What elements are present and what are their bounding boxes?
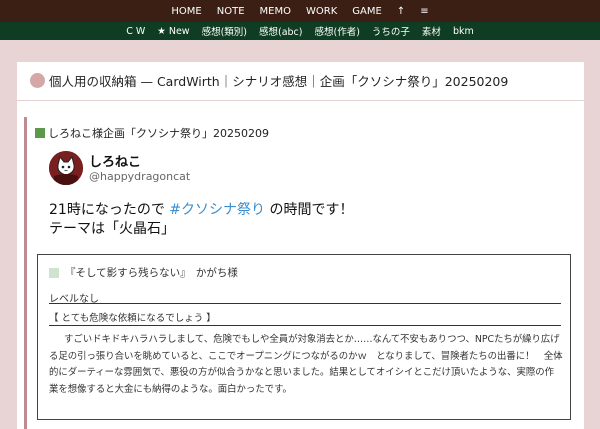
square-bullet-icon (35, 128, 45, 138)
article-subheading-text: しろねこ様企画「クソシナ祭り」20250209 (48, 127, 269, 140)
square-bullet-icon (49, 267, 59, 278)
tweet-line1-before: 21時になったので (49, 202, 170, 218)
page-title: 個人用の収納箱 — CardWirth｜シナリオ感想｜企画「クソシナ祭り」202… (30, 71, 508, 90)
nav-game-link[interactable]: GAME (352, 6, 382, 17)
review-box: 『そして影すら残らない』 かがち様 レベルなし 【 とても危険な依頼になるでしょ… (37, 254, 571, 420)
review-divider-top (49, 303, 561, 304)
tweet-author-handle[interactable]: @happydragoncat (89, 170, 190, 183)
review-body: すごいドキドキハラハラしまして、危険でもしや全員が対象消去とか……なんて不安もあ… (49, 334, 563, 395)
review-quote: 【 とても危険な依頼になるでしょう 】 (49, 313, 216, 324)
avatar[interactable] (49, 151, 83, 185)
title-bullet-icon (30, 73, 45, 88)
hashtag-link[interactable]: #クソシナ祭り (169, 202, 265, 218)
tweet-line-2: テーマは「火晶石」 (49, 221, 175, 237)
subnav-materials-link[interactable]: 素材 (422, 24, 441, 38)
tweet-line1-after: の時間です！ (265, 202, 354, 218)
review-divider-bottom (49, 325, 561, 326)
subnav-author-link[interactable]: 感想(作者) (314, 24, 359, 38)
tweet-author-name[interactable]: しろねこ (89, 151, 141, 170)
content-panel: 個人用の収納箱 — CardWirth｜シナリオ感想｜企画「クソシナ祭り」202… (17, 62, 584, 429)
nav-memo-link[interactable]: MEMO (260, 6, 291, 17)
article-subheading: しろねこ様企画「クソシナ祭り」20250209 (35, 125, 269, 141)
article: しろねこ様企画「クソシナ祭り」20250209 しろねこ @happydrago… (24, 117, 584, 429)
scroll-top-icon[interactable]: ↑ (397, 6, 405, 17)
tweet-line-1: 21時になったので #クソシナ祭り の時間です！ (49, 201, 353, 220)
subnav-abc-link[interactable]: 感想(abc) (259, 24, 303, 38)
review-title-text: 『そして影すら残らない』 かがち様 (65, 267, 238, 279)
subnav-characters-link[interactable]: うちの子 (372, 24, 410, 38)
subnav-cw-link[interactable]: C W (126, 26, 145, 37)
nav-work-link[interactable]: WORK (306, 6, 337, 17)
sub-nav: C W ★ New 感想(類別) 感想(abc) 感想(作者) うちの子 素材 … (0, 22, 600, 40)
title-divider (17, 100, 584, 101)
menu-icon[interactable]: ≡ (420, 6, 428, 17)
review-title: 『そして影すら残らない』 かがち様 (49, 265, 238, 280)
page-title-text: 個人用の収納箱 — CardWirth｜シナリオ感想｜企画「クソシナ祭り」202… (49, 74, 509, 89)
subnav-bookmarks-link[interactable]: bkm (453, 26, 474, 37)
subnav-category-link[interactable]: 感想(類別) (202, 24, 247, 38)
tweet-text: 21時になったので #クソシナ祭り の時間です！ テーマは「火晶石」 (49, 201, 353, 239)
subnav-new-link[interactable]: ★ New (157, 26, 189, 37)
cat-avatar-icon (49, 151, 83, 185)
top-nav: HOME NOTE MEMO WORK GAME ↑ ≡ (0, 0, 600, 22)
nav-note-link[interactable]: NOTE (217, 6, 245, 17)
nav-home-link[interactable]: HOME (171, 6, 201, 17)
